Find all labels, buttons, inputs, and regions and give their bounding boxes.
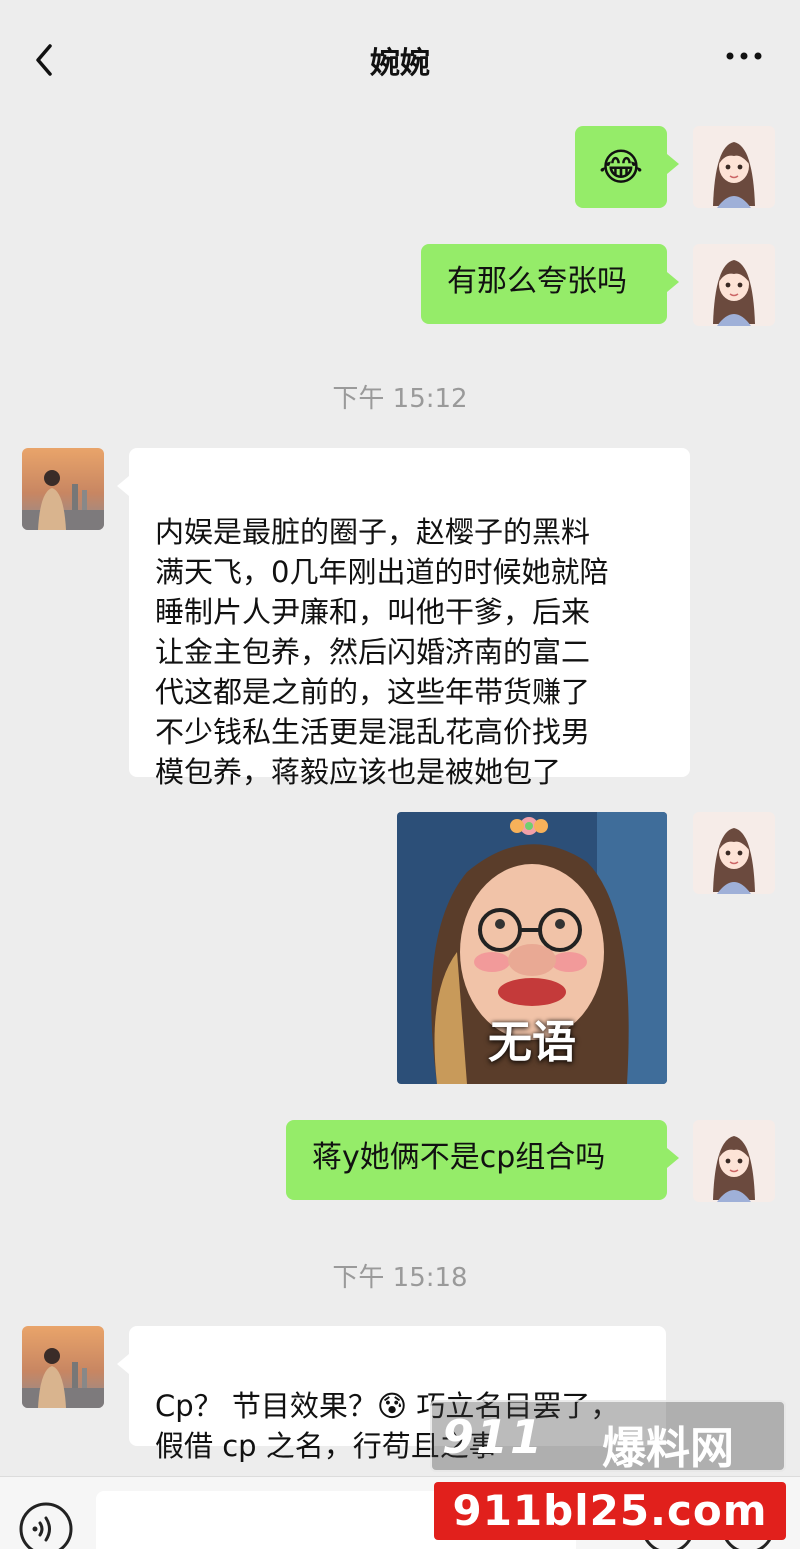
message-text: 内娱是最脏的圈子，赵樱子的黑料 满天飞，0几年刚出道的时候她就陪 睡制片人尹廉和… bbox=[155, 515, 609, 789]
sticker-caption: 无语 bbox=[488, 1017, 576, 1068]
watermark-brand-box: 911 爆料网 bbox=[430, 1400, 786, 1474]
timestamp: 下午 15:12 bbox=[332, 384, 468, 414]
message-bubble-mine[interactable]: 蒋y她俩不是cp组合吗 bbox=[286, 1120, 679, 1200]
watermark-url: 911bl25.com bbox=[452, 1486, 768, 1535]
watermark-brand: 911 bbox=[442, 1410, 545, 1464]
voice-input-icon[interactable] bbox=[18, 1501, 74, 1549]
contact-avatar[interactable] bbox=[22, 448, 104, 530]
chat-title: 婉婉 bbox=[370, 46, 430, 81]
contact-avatar[interactable] bbox=[22, 1326, 104, 1408]
top-bar: 婉婉 bbox=[0, 0, 800, 108]
message-bubble-mine[interactable]: 有那么夸张吗 bbox=[421, 244, 679, 324]
sticker-image[interactable]: 无语 bbox=[397, 812, 667, 1084]
watermark-logo: 911 爆料网 911bl25.com bbox=[430, 1400, 786, 1544]
my-avatar[interactable] bbox=[693, 126, 775, 208]
my-avatar[interactable] bbox=[693, 1120, 775, 1202]
message-text: 有那么夸张吗 bbox=[447, 264, 627, 299]
message-text: 蒋y她俩不是cp组合吗 bbox=[312, 1140, 606, 1175]
more-options-icon[interactable] bbox=[724, 46, 764, 66]
watermark-site-name: 爆料网 bbox=[602, 1423, 734, 1474]
my-avatar[interactable] bbox=[693, 244, 775, 326]
message-bubble-mine[interactable]: 😂 bbox=[575, 126, 679, 208]
message-text: 😂 bbox=[598, 145, 644, 189]
message-bubble-contact[interactable]: 内娱是最脏的圈子，赵樱子的黑料 满天飞，0几年刚出道的时候她就陪 睡制片人尹廉和… bbox=[117, 448, 690, 789]
timestamp: 下午 15:18 bbox=[332, 1263, 468, 1293]
watermark-url-box: 911bl25.com bbox=[434, 1482, 786, 1540]
my-avatar[interactable] bbox=[693, 812, 775, 894]
